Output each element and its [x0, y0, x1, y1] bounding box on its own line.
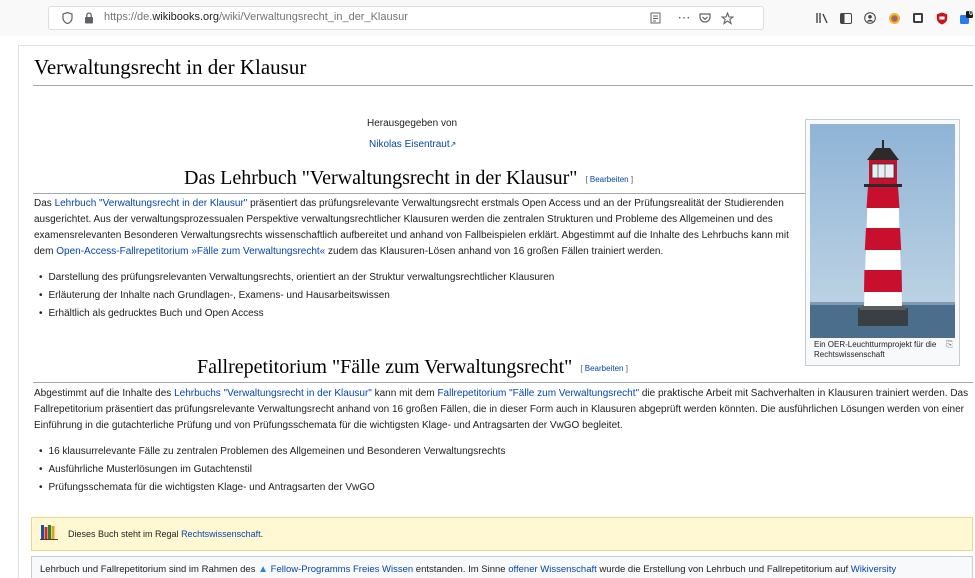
editor-name: Nikolas Eisentraut — [369, 139, 450, 150]
edit-label: Bearbeiten — [589, 174, 629, 184]
account-icon[interactable] — [858, 8, 882, 28]
notification-count: 0 — [969, 10, 973, 17]
page-actions-icon[interactable]: ⋯ — [675, 7, 693, 29]
open-science-link[interactable]: offener Wissenschaft — [508, 564, 597, 575]
screenshot-extension-icon[interactable] — [906, 8, 930, 28]
section-heading-fallrepetitorium: Fallrepetitorium "Fälle zum Verwaltungsr… — [197, 356, 628, 379]
section-heading-lehrbuch: Das Lehrbuch "Verwaltungsrecht in der Kl… — [184, 167, 633, 190]
tracking-shield-icon[interactable] — [59, 7, 75, 29]
toolbar-right-icons: 0 — [810, 8, 975, 28]
list-item: Erhältlich als gedrucktes Buch und Open … — [39, 305, 554, 323]
title-divider — [33, 85, 973, 86]
fellow-program-link[interactable]: Fellow-Programms Freies Wissen — [271, 564, 414, 575]
notice-text: Lehrbuch und Fallrepetitorium sind im Ra… — [40, 564, 259, 575]
list-item: Ausführliche Musterlösungen im Gutachten… — [39, 461, 505, 479]
page-title: Verwaltungsrecht in der Klausur — [34, 55, 307, 79]
lighthouse-thumbnail: Ein OER-Leuchtturmprojekt für die Rechts… — [805, 119, 960, 366]
browser-toolbar: https://de.wikibooks.org/wiki/Verwaltung… — [0, 0, 975, 36]
url-text[interactable]: https://de.wikibooks.org/wiki/Verwaltung… — [104, 11, 408, 23]
fallrepetitorium-link[interactable]: Open-Access-Fallrepetitorium »Fälle zum … — [56, 246, 325, 257]
edit-bracket-close: ] — [628, 174, 634, 184]
url-domain: wikibooks.org — [152, 11, 219, 23]
thumbnail-caption: Ein OER-Leuchtturmprojekt für die Rechts… — [814, 340, 937, 359]
enlarge-icon[interactable]: ⎘ — [946, 339, 953, 350]
address-bar[interactable]: https://de.wikibooks.org/wiki/Verwaltung… — [48, 6, 764, 30]
notice-text: entstanden. Im Sinne — [413, 564, 509, 575]
paragraph-text: kann mit dem — [371, 388, 438, 399]
shelf-notice: Dieses Buch steht im Regal Rechtswissens… — [31, 517, 973, 551]
lehrbuch-link[interactable]: Lehrbuchs "Verwaltungsrecht in der Klaus… — [174, 388, 372, 399]
lock-icon[interactable] — [82, 7, 96, 29]
bookmark-star-icon[interactable] — [719, 7, 735, 29]
paragraph-text: zudem das Klausuren-Lösen anhand von 16 … — [325, 246, 664, 257]
fallrepetitorium-paragraph: Abgestimmt auf die Inhalte des Lehrbuchs… — [34, 386, 974, 434]
edit-bracket-close: ] — [623, 363, 628, 373]
section-divider — [33, 193, 806, 194]
external-link-icon: ↗ — [449, 140, 457, 149]
edit-section-link[interactable]: [ Bearbeiten ] — [580, 364, 628, 373]
section-heading-text: Das Lehrbuch "Verwaltungsrecht in der Kl… — [184, 167, 578, 189]
section-heading-text: Fallrepetitorium "Fälle zum Verwaltungsr… — [197, 356, 573, 378]
paragraph-text: Abgestimmt auf die Inhalte des — [34, 388, 175, 399]
fellow-program-notice: Lehrbuch und Fallrepetitorium sind im Ra… — [31, 556, 973, 578]
edit-label: Bearbeiten — [584, 363, 624, 373]
list-item: Darstellung des prüfungsrelevanten Verwa… — [39, 269, 555, 287]
wikiversity-link[interactable]: Wikiversity — [851, 564, 896, 575]
edit-section-link[interactable]: [ Bearbeiten ] — [585, 175, 633, 184]
shelf-label: Dieses Buch steht im Regal — [68, 529, 182, 539]
editor-link[interactable]: Nikolas Eisentraut↗ — [369, 139, 456, 150]
fallrepetitorium-link[interactable]: Fallrepetitorium "Fälle zum Verwaltungsr… — [437, 388, 639, 399]
published-by-label: Herausgegeben von — [367, 118, 458, 129]
shelf-link[interactable]: Rechtswissenschaft — [181, 529, 261, 539]
shelf-end: . — [260, 529, 264, 539]
lehrbuch-paragraph: Das Lehrbuch "Verwaltungsrecht in der Kl… — [34, 196, 809, 260]
section-divider — [33, 382, 973, 383]
notification-extension-icon[interactable]: 0 — [954, 8, 975, 28]
bookshelf-icon — [40, 524, 58, 545]
lehrbuch-feature-list: Darstellung des prüfungsrelevanten Verwa… — [39, 269, 555, 323]
fallrepetitorium-feature-list: 16 klausurrelevante Fälle zu zentralen P… — [39, 443, 506, 497]
list-item: Erläuterung der Inhalte nach Grundlagen-… — [39, 287, 554, 305]
library-icon[interactable] — [810, 8, 834, 28]
list-item: Prüfungsschemata für die wichtigsten Kla… — [39, 479, 505, 497]
lehrbuch-link[interactable]: Lehrbuch "Verwaltungsrecht in der Klausu… — [55, 198, 248, 209]
sidebar-icon[interactable] — [834, 8, 858, 28]
notice-text: wurde die Erstellung von Lehrbuch und Fa… — [596, 564, 851, 575]
reader-view-icon[interactable] — [647, 7, 663, 29]
wikimedia-icon: ▲ — [258, 564, 268, 575]
shelf-text: Dieses Buch steht im Regal Rechtswissens… — [68, 529, 263, 539]
url-prefix: https://de. — [104, 11, 153, 23]
ublock-shield-icon[interactable] — [930, 8, 954, 28]
url-path: /wiki/Verwaltungsrecht_in_der_Klausur — [218, 11, 408, 23]
paragraph-text: Das — [34, 198, 55, 209]
extension-colorful-icon[interactable] — [882, 8, 906, 28]
wiki-page: Verwaltungsrecht in der Klausur Herausge… — [18, 45, 975, 578]
list-item: 16 klausurrelevante Fälle zu zentralen P… — [39, 443, 506, 461]
lighthouse-image[interactable] — [810, 124, 955, 338]
pocket-icon[interactable] — [697, 7, 713, 29]
